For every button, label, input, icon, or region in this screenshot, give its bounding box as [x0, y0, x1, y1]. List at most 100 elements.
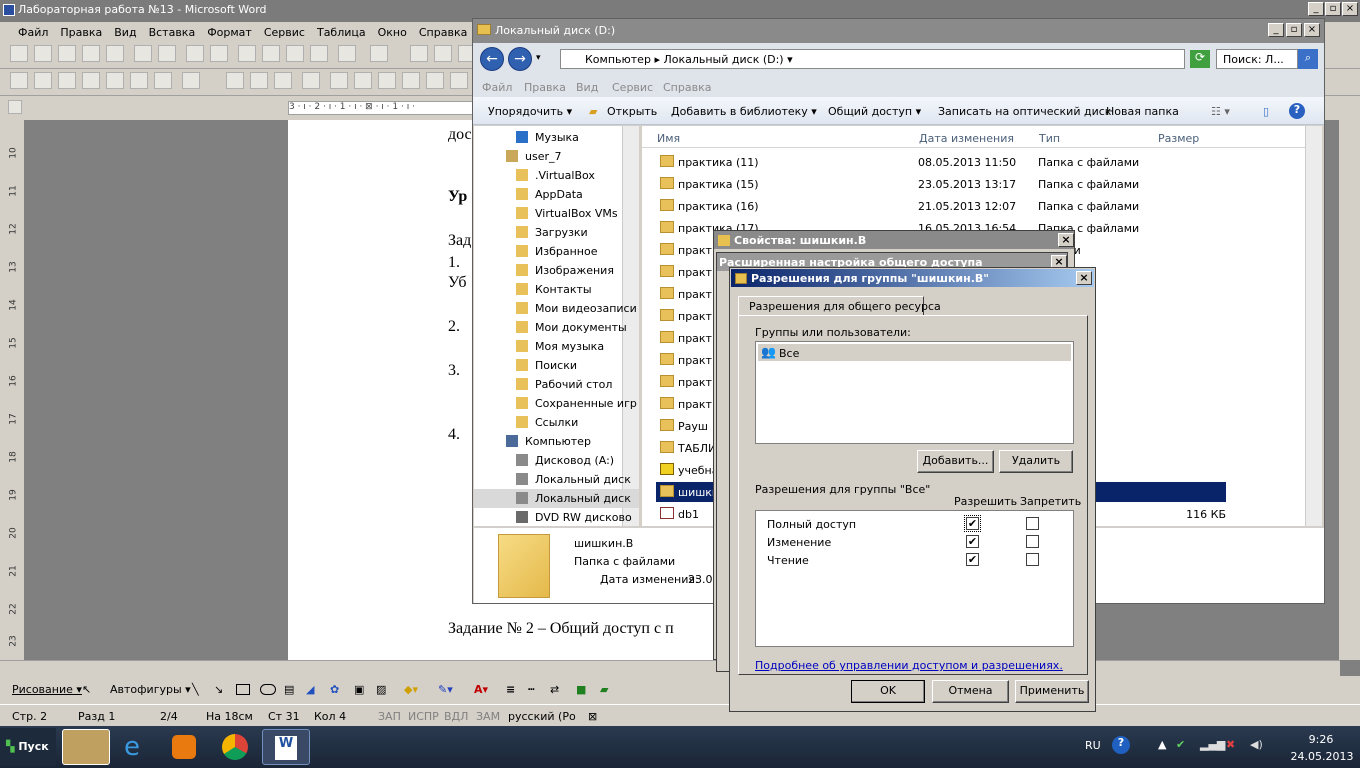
ie-taskbar-icon[interactable]: e	[114, 729, 162, 765]
deny-checkbox[interactable]	[1026, 535, 1039, 548]
3d-icon[interactable]: ▰	[600, 683, 608, 696]
arrow-style-icon[interactable]: ⇄	[550, 683, 559, 696]
shape-icon[interactable]	[182, 72, 200, 89]
menu-table[interactable]: Таблица	[311, 26, 372, 39]
redo-icon[interactable]	[370, 45, 388, 62]
permissions-close-button[interactable]: ×	[1076, 271, 1092, 285]
cancel-button[interactable]: Отмена	[932, 680, 1009, 703]
nav-item[interactable]: .VirtualBox	[474, 166, 639, 185]
shape-icon[interactable]	[130, 72, 148, 89]
file-row[interactable]: практика (11) 08.05.2013 11:50 Папка с фай…	[656, 152, 1226, 172]
permission-icon[interactable]	[82, 45, 100, 62]
reset-fields-icon[interactable]	[426, 72, 444, 89]
breadcrumb-separator-icon[interactable]: ▾	[787, 53, 793, 66]
refresh-icon[interactable]: ⟳	[1190, 50, 1210, 68]
exp-menu-edit[interactable]: Правка	[524, 81, 566, 94]
nav-item[interactable]: DVD RW дисково	[474, 508, 639, 527]
exp-menu-view[interactable]: Вид	[576, 81, 598, 94]
allow-checkbox[interactable]: ✔	[966, 535, 979, 548]
status-rec[interactable]: ЗАП	[378, 710, 401, 723]
shape-icon[interactable]	[154, 72, 172, 89]
remove-button[interactable]: Удалить	[999, 450, 1073, 473]
status-track[interactable]: ИСПР	[408, 710, 439, 723]
horizontal-ruler[interactable]: 3 · ı · 2 · ı · 1 · ı · ⊠ · ı · 1 · ı ·	[288, 101, 473, 115]
menu-edit[interactable]: Правка	[54, 26, 108, 39]
start-button[interactable]: ▚ Пуск	[0, 728, 56, 766]
deny-checkbox[interactable]	[1026, 553, 1039, 566]
help-icon[interactable]: ?	[1289, 103, 1305, 119]
word-vertical-scrollbar[interactable]	[1339, 120, 1360, 660]
spelling-icon[interactable]	[186, 45, 204, 62]
new-doc-icon[interactable]	[10, 45, 28, 62]
explorer-close-button[interactable]: ×	[1304, 23, 1320, 37]
tab-stop-icon[interactable]	[8, 100, 22, 114]
view-options-icon[interactable]: ☷ ▾	[1211, 105, 1230, 118]
fill-color-icon[interactable]: ◆▾	[404, 683, 418, 696]
menu-help[interactable]: Справка	[413, 26, 473, 39]
word-close-button[interactable]: ×	[1342, 2, 1358, 16]
exp-menu-tools[interactable]: Сервис	[612, 81, 653, 94]
ok-button[interactable]: OK	[851, 680, 925, 703]
print-icon[interactable]	[134, 45, 152, 62]
properties-close-button[interactable]: ×	[1058, 233, 1074, 247]
font-color-icon[interactable]: A▾	[474, 683, 488, 696]
menu-tools[interactable]: Сервис	[258, 26, 311, 39]
explorer-minimize-button[interactable]: _	[1268, 23, 1284, 37]
explorer-maximize-button[interactable]: ▫	[1286, 23, 1302, 37]
arrow-icon[interactable]: ↘	[214, 683, 223, 696]
add-to-library-button[interactable]: Добавить в библиотеку ▾	[671, 105, 817, 118]
cut-icon[interactable]	[238, 45, 256, 62]
shape-icon[interactable]	[58, 72, 76, 89]
tables-borders-icon[interactable]	[434, 45, 452, 62]
diagram-icon[interactable]: ✿	[330, 683, 339, 696]
nav-item[interactable]: Ссылки	[474, 413, 639, 432]
word-taskbar-icon[interactable]: W	[262, 729, 310, 765]
email-icon[interactable]	[106, 45, 124, 62]
format-painter-icon[interactable]	[310, 45, 328, 62]
wordart-icon[interactable]: ◢	[306, 683, 314, 696]
nav-item[interactable]: Моя музыка	[474, 337, 639, 356]
nav-item[interactable]: Рабочий стол	[474, 375, 639, 394]
menu-window[interactable]: Окно	[372, 26, 413, 39]
apply-button[interactable]: Применить	[1015, 680, 1089, 703]
rectangle-icon[interactable]	[236, 684, 250, 695]
line-icon[interactable]: ╲	[192, 683, 199, 696]
clock-date[interactable]: 24.05.2013	[1290, 750, 1354, 763]
file-row[interactable]: практика (16) 21.05.2013 12:07 Папка с фай…	[656, 196, 1226, 216]
spelling-status-icon[interactable]: ⊠	[588, 710, 597, 723]
deny-checkbox[interactable]	[1026, 517, 1039, 530]
protect-form-icon[interactable]	[450, 72, 468, 89]
menu-view[interactable]: Вид	[108, 26, 142, 39]
clock-time[interactable]: 9:26	[1296, 733, 1346, 746]
word-minimize-button[interactable]: _	[1308, 2, 1324, 16]
line-style-icon[interactable]: ≡	[506, 683, 515, 696]
clipart-icon[interactable]: ▣	[354, 683, 364, 696]
file-row[interactable]: практика (15) 23.05.2013 13:17 Папка с фай…	[656, 174, 1226, 194]
burn-button[interactable]: Записать на оптический диск	[938, 105, 1111, 118]
group-item-everyone[interactable]: 👥 Все	[758, 344, 1071, 361]
nav-item[interactable]: Музыка	[474, 128, 639, 147]
hyperlink-icon[interactable]	[410, 45, 428, 62]
text-form-field-icon[interactable]	[226, 72, 244, 89]
tab-share-permissions[interactable]: Разрешения для общего ресурса	[738, 296, 941, 316]
groups-list[interactable]: 👥 Все	[755, 341, 1074, 444]
shape-icon[interactable]	[34, 72, 52, 89]
nav-item[interactable]: Изображения	[474, 261, 639, 280]
open-button[interactable]: Открыть	[607, 105, 657, 118]
preview-pane-icon[interactable]: ▯	[1263, 105, 1269, 118]
paste-icon[interactable]	[286, 45, 304, 62]
checkbox-field-icon[interactable]	[250, 72, 268, 89]
nav-item[interactable]: user_7	[474, 147, 639, 166]
address-computer[interactable]: Компьютер	[585, 53, 651, 66]
explorer-taskbar-icon[interactable]	[62, 729, 110, 765]
nav-item[interactable]: Дисковод (A:)	[474, 451, 639, 470]
address-input[interactable]: Компьютер ▸ Локальный диск (D:) ▾	[560, 49, 1185, 69]
menu-insert[interactable]: Вставка	[143, 26, 202, 39]
column-date[interactable]: Дата изменения	[919, 132, 1014, 145]
show-hidden-icons-icon[interactable]: ▲	[1158, 738, 1166, 751]
undo-icon[interactable]	[338, 45, 356, 62]
column-type[interactable]: Тип	[1039, 132, 1060, 145]
exp-menu-file[interactable]: Файл	[482, 81, 512, 94]
add-button[interactable]: Добавить...	[917, 450, 994, 473]
print-preview-icon[interactable]	[158, 45, 176, 62]
